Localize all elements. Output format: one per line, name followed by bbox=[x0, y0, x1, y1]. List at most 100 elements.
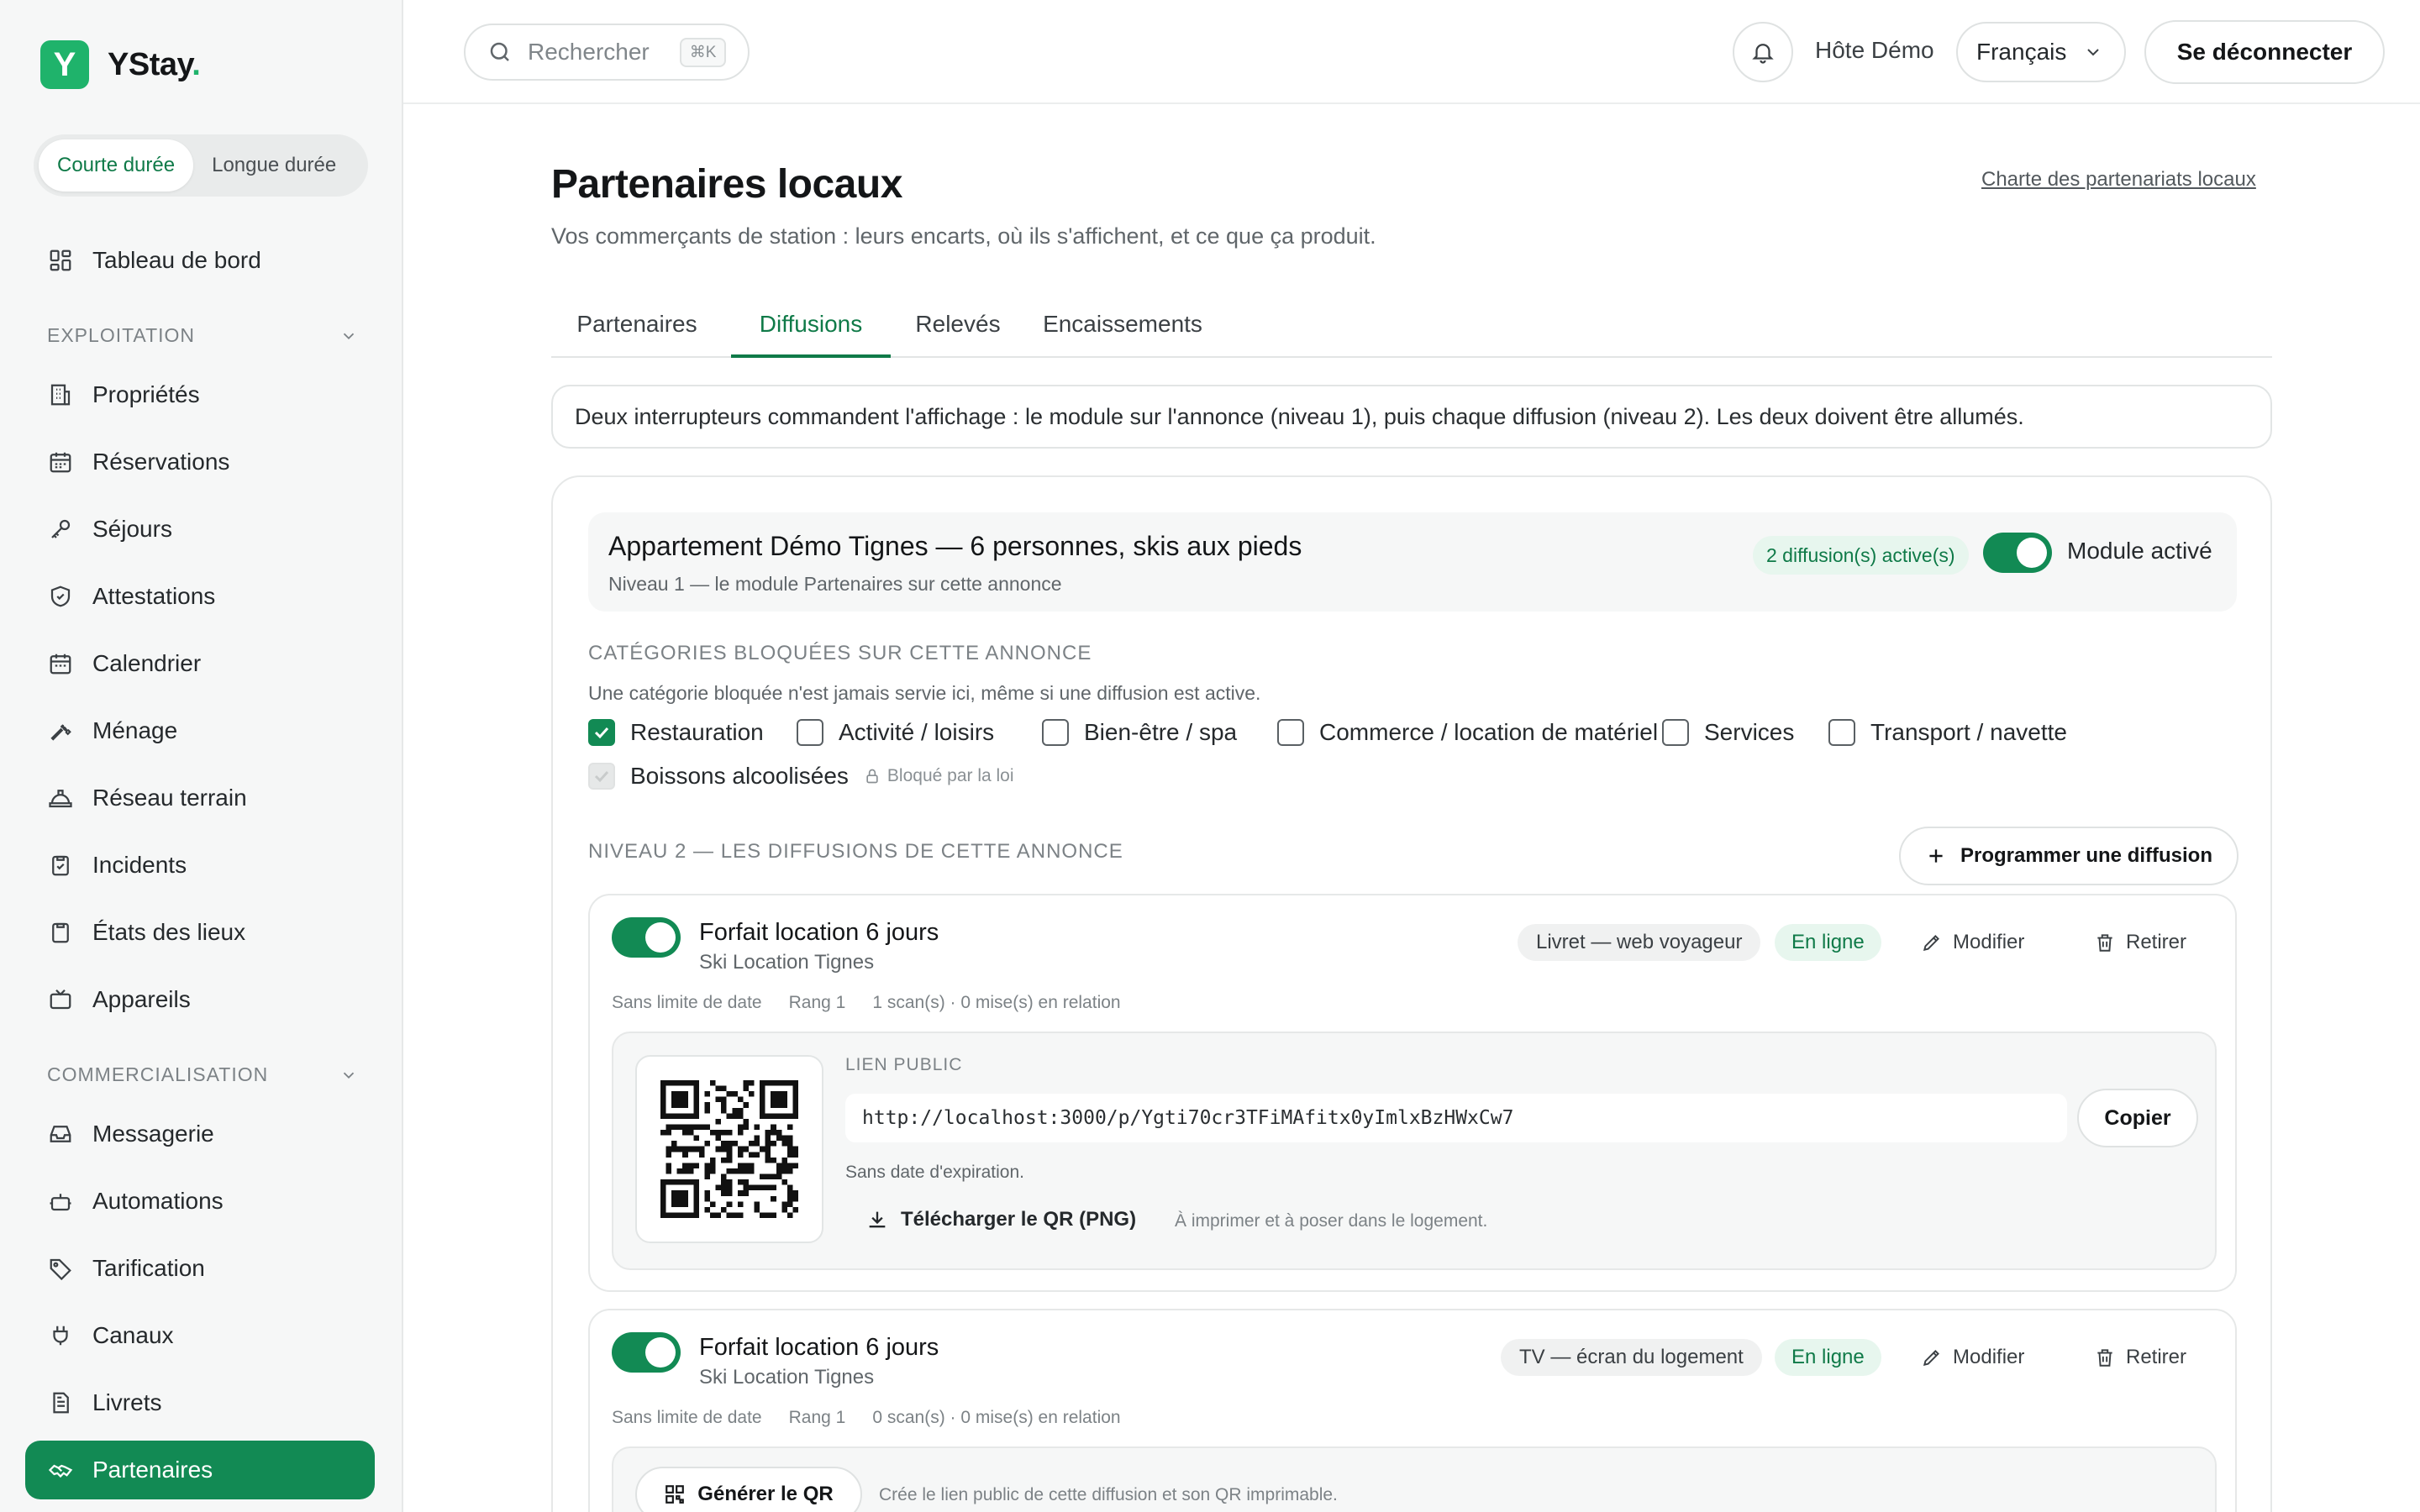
listing-title: Appartement Démo Tignes — 6 personnes, s… bbox=[608, 531, 1302, 561]
sidebar-item-label: Automations bbox=[92, 1188, 224, 1214]
program-diffusion-button[interactable]: Programmer une diffusion bbox=[1899, 827, 2238, 885]
tab-statements[interactable]: Relevés bbox=[899, 302, 1017, 358]
diffusion-card: Forfait location 6 jours Ski Location Ti… bbox=[588, 1309, 2237, 1512]
notifications-button[interactable] bbox=[1733, 22, 1793, 82]
chevron-down-icon bbox=[343, 333, 355, 339]
category-transport[interactable]: Transport / navette bbox=[1828, 719, 2067, 746]
sidebar-item-label: Propriétés bbox=[92, 381, 200, 407]
public-link-label: LIEN PUBLIC bbox=[845, 1055, 963, 1074]
status-badge: En ligne bbox=[1775, 924, 1881, 961]
wrench-icon bbox=[47, 717, 74, 744]
sidebar-item-automations[interactable]: Automations bbox=[25, 1172, 375, 1231]
category-shop[interactable]: Commerce / location de matériel bbox=[1277, 719, 1658, 746]
sidebar-item-booklets[interactable]: Livrets bbox=[25, 1373, 375, 1432]
edit-button[interactable]: Modifier bbox=[1921, 931, 2024, 954]
sidebar-item-label: Incidents bbox=[92, 852, 187, 878]
sidebar-item-label: Ménage bbox=[92, 717, 178, 743]
category-restaurant[interactable]: Restauration bbox=[588, 719, 764, 746]
brand[interactable]: Y YStay. bbox=[40, 40, 201, 89]
section-exploitation[interactable]: EXPLOITATION bbox=[47, 324, 358, 347]
listing-subtitle: Niveau 1 — le module Partenaires sur cet… bbox=[608, 573, 1062, 595]
inbox-icon bbox=[47, 1121, 74, 1147]
search-icon bbox=[490, 42, 509, 61]
sidebar-item-inventory[interactable]: États des lieux bbox=[25, 903, 375, 962]
language-select[interactable]: Français bbox=[1956, 22, 2126, 82]
diffusion-title: Forfait location 6 jours bbox=[699, 1334, 939, 1361]
diffusion-meta: Sans limite de date Rang 1 0 scan(s) · 0… bbox=[612, 1408, 1121, 1428]
topbar: Rechercher ⌘K Hôte Démo Français Se déco… bbox=[403, 0, 2420, 104]
tabs: Partenaires Diffusions Relevés Encaissem… bbox=[551, 302, 2272, 358]
clipboard-icon bbox=[47, 919, 74, 946]
category-services[interactable]: Services bbox=[1662, 719, 1794, 746]
download-qr-label: Télécharger le QR (PNG) bbox=[901, 1208, 1137, 1231]
category-activity[interactable]: Activité / loisirs bbox=[797, 719, 994, 746]
edit-button[interactable]: Modifier bbox=[1921, 1346, 2024, 1369]
category-label: Services bbox=[1704, 719, 1795, 745]
diffusion-toggle[interactable] bbox=[612, 1332, 681, 1373]
sidebar-item-dashboard[interactable]: Tableau de bord bbox=[25, 231, 375, 290]
sidebar-item-label: Messagerie bbox=[92, 1121, 214, 1147]
tv-icon bbox=[47, 986, 74, 1013]
sidebar-item-messaging[interactable]: Messagerie bbox=[25, 1105, 375, 1163]
category-label: Boissons alcoolisées bbox=[630, 763, 849, 789]
checkbox[interactable] bbox=[797, 719, 823, 746]
level2-heading: NIVEAU 2 — LES DIFFUSIONS DE CETTE ANNON… bbox=[588, 840, 1123, 863]
chevron-down-icon bbox=[2087, 49, 2100, 56]
sidebar-item-partners[interactable]: Partenaires bbox=[25, 1441, 375, 1499]
tab-collections[interactable]: Encaissements bbox=[1025, 302, 1220, 358]
remove-button[interactable]: Retirer bbox=[2094, 1346, 2186, 1369]
remove-button[interactable]: Retirer bbox=[2094, 931, 2186, 954]
generate-qr-button[interactable]: Générer le QR bbox=[635, 1467, 862, 1512]
sidebar-item-calendar[interactable]: Calendrier bbox=[25, 634, 375, 693]
search-input[interactable]: Rechercher ⌘K bbox=[464, 24, 750, 81]
calendar-icon bbox=[47, 449, 74, 475]
sidebar-item-reservations[interactable]: Réservations bbox=[25, 433, 375, 491]
sidebar-item-cleaning[interactable]: Ménage bbox=[25, 701, 375, 760]
sidebar-item-incidents[interactable]: Incidents bbox=[25, 836, 375, 895]
checkbox[interactable] bbox=[1828, 719, 1855, 746]
tab-diffusions[interactable]: Diffusions bbox=[731, 302, 891, 358]
charter-link[interactable]: Charte des partenariats locaux bbox=[1981, 168, 2256, 192]
sidebar-item-devices[interactable]: Appareils bbox=[25, 970, 375, 1029]
blocked-categories-description: Une catégorie bloquée n'est jamais servi… bbox=[588, 682, 1261, 704]
checkbox[interactable] bbox=[1042, 719, 1069, 746]
brand-name-text: YStay bbox=[108, 46, 192, 82]
checkbox[interactable] bbox=[1662, 719, 1689, 746]
copy-button[interactable]: Copier bbox=[2077, 1089, 2198, 1147]
page-subtitle: Vos commerçants de station : leurs encar… bbox=[551, 223, 1376, 249]
category-wellness[interactable]: Bien-être / spa bbox=[1042, 719, 1237, 746]
module-toggle[interactable] bbox=[1983, 533, 2052, 573]
sidebar-item-label: Attestations bbox=[92, 583, 216, 609]
diffusion-date: Sans limite de date bbox=[612, 1408, 762, 1427]
clipboard-check-icon bbox=[47, 852, 74, 879]
sidebar-item-properties[interactable]: Propriétés bbox=[25, 365, 375, 424]
checkbox[interactable] bbox=[1277, 719, 1304, 746]
logout-button[interactable]: Se déconnecter bbox=[2144, 20, 2385, 84]
checkbox-checked[interactable] bbox=[588, 719, 615, 746]
remove-label: Retirer bbox=[2126, 931, 2187, 953]
sidebar-item-field-network[interactable]: Réseau terrain bbox=[25, 769, 375, 827]
toggle-short-stay[interactable]: Courte durée bbox=[39, 139, 194, 192]
legal-block-note: Bloqué par la loi bbox=[864, 766, 1014, 786]
diffusion-toggle[interactable] bbox=[612, 917, 681, 958]
toggle-long-stay[interactable]: Longue durée bbox=[193, 139, 355, 192]
info-banner: Deux interrupteurs commandent l'affichag… bbox=[551, 385, 2272, 449]
search-shortcut: ⌘K bbox=[679, 37, 727, 67]
sidebar-item-stays[interactable]: Séjours bbox=[25, 500, 375, 559]
public-url-field[interactable]: http://localhost:3000/p/Ygti70cr3TFiMAfi… bbox=[845, 1094, 2067, 1142]
download-hint: À imprimer et à poser dans le logement. bbox=[1175, 1211, 1488, 1231]
pencil-icon bbox=[1923, 935, 1939, 952]
bell-icon bbox=[1752, 44, 1774, 64]
section-commercial[interactable]: COMMERCIALISATION bbox=[47, 1063, 358, 1086]
download-qr-button[interactable]: Télécharger le QR (PNG) bbox=[865, 1208, 1136, 1231]
tab-partners[interactable]: Partenaires bbox=[551, 302, 723, 358]
diffusion-rank: Rang 1 bbox=[788, 1408, 846, 1427]
sidebar-item-channels[interactable]: Canaux bbox=[25, 1306, 375, 1365]
brand-logo-letter: Y bbox=[53, 45, 76, 83]
listing-header: Appartement Démo Tignes — 6 personnes, s… bbox=[588, 512, 2237, 612]
sidebar-item-label: Partenaires bbox=[92, 1457, 213, 1483]
sidebar-item-label: Calendrier bbox=[92, 650, 202, 676]
sidebar-item-attestations[interactable]: Attestations bbox=[25, 567, 375, 626]
diffusion-title: Forfait location 6 jours bbox=[699, 919, 939, 946]
sidebar-item-pricing[interactable]: Tarification bbox=[25, 1239, 375, 1298]
